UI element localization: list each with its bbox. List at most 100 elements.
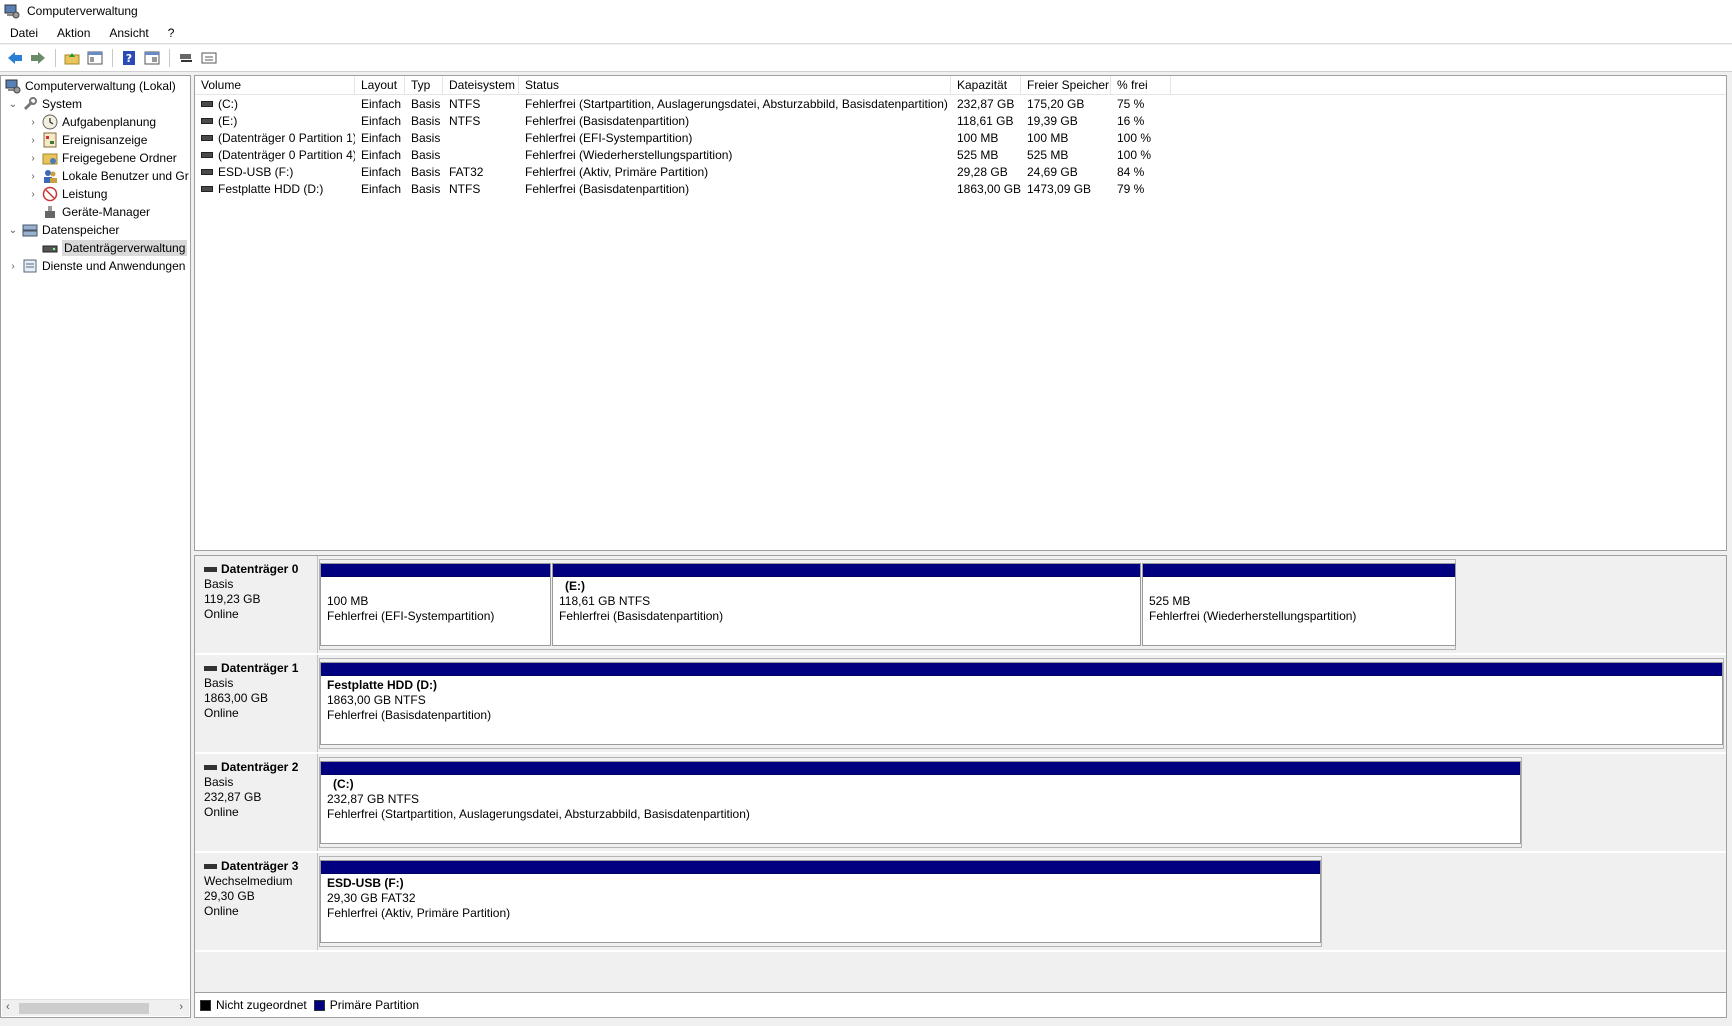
disk-info[interactable]: Datenträger 3 Wechselmedium 29,30 GB Onl… xyxy=(195,853,318,950)
chevron-right-icon[interactable]: › xyxy=(27,189,39,200)
users-icon xyxy=(42,168,58,184)
column-header-dateisystem[interactable]: Dateisystem xyxy=(443,76,519,95)
cell-freier-speicher: 525 MB xyxy=(1027,148,1069,162)
cell-dateisystem: FAT32 xyxy=(449,165,484,179)
tree-item-dienste[interactable]: › Dienste und Anwendungen xyxy=(7,257,185,275)
cell-freier-speicher: 24,69 GB xyxy=(1027,165,1078,179)
table-row[interactable]: Festplatte HDD (D:) Einfach Basis NTFS F… xyxy=(195,181,1726,198)
column-header-volume[interactable]: Volume xyxy=(195,76,355,95)
console-icon[interactable] xyxy=(198,47,220,69)
legend-label: Primäre Partition xyxy=(329,998,420,1012)
cell-volume: (Datenträger 0 Partition 4) xyxy=(195,147,355,164)
column-header-typ[interactable]: Typ xyxy=(405,76,443,95)
cell-status: Fehlerfrei (Aktiv, Primäre Partition) xyxy=(525,165,709,179)
properties-icon[interactable] xyxy=(141,47,163,69)
cell-freier-speicher: 175,20 GB xyxy=(1027,97,1085,111)
cell-layout: Einfach xyxy=(361,131,402,145)
tree-item-leistung[interactable]: › Leistung xyxy=(27,185,107,203)
partition-size: 29,30 GB FAT32 xyxy=(327,891,416,905)
tree-label: Datenträgerverwaltung xyxy=(62,240,188,256)
partition-size: 1863,00 GB NTFS xyxy=(327,693,426,707)
partition-c[interactable]: (C:) 232,87 GB NTFS Fehlerfrei (Startpar… xyxy=(320,761,1521,844)
tree-item-freigegebene-ordner[interactable]: › Freigegebene Ordner xyxy=(27,149,176,167)
chevron-right-icon[interactable]: › xyxy=(7,261,19,272)
show-hide-tree-icon[interactable] xyxy=(84,47,106,69)
cell-prozent-frei: 100 % xyxy=(1117,148,1152,162)
chevron-right-icon[interactable]: › xyxy=(27,153,39,164)
cell-status: Fehlerfrei (Basisdatenpartition) xyxy=(525,114,690,128)
menu-datei[interactable]: Datei xyxy=(10,26,38,40)
menu-aktion[interactable]: Aktion xyxy=(57,26,90,40)
scroll-right-icon[interactable]: › xyxy=(179,1001,183,1013)
cell-kapazitaet: 1863,00 GB xyxy=(957,182,1021,196)
cell-prozent-frei: 84 % xyxy=(1117,165,1145,179)
column-header-freier-speicher[interactable]: Freier Speicher xyxy=(1021,76,1111,95)
table-row[interactable]: (C:) Einfach Basis NTFS Fehlerfrei (Star… xyxy=(195,96,1726,113)
forward-icon[interactable] xyxy=(27,47,49,69)
disk-management-icon xyxy=(42,240,58,256)
disk-info[interactable]: Datenträger 0 Basis 119,23 GB Online xyxy=(195,556,318,653)
partition-status: Fehlerfrei (Basisdatenpartition) xyxy=(559,609,724,623)
disk-partition-bar: Festplatte HDD (D:) 1863,00 GB NTFS Fehl… xyxy=(319,658,1724,749)
column-header-layout[interactable]: Layout xyxy=(355,76,405,95)
cell-volume: (Datenträger 0 Partition 1) xyxy=(195,130,355,147)
partition-recovery[interactable]: 525 MB Fehlerfrei (Wiederherstellungspar… xyxy=(1142,563,1456,646)
chevron-down-icon[interactable]: ⌄ xyxy=(7,99,19,110)
cell-freier-speicher: 19,39 GB xyxy=(1027,114,1078,128)
table-row[interactable]: (Datenträger 0 Partition 1) Einfach Basi… xyxy=(195,130,1726,147)
tools-icon xyxy=(22,96,38,112)
back-icon[interactable] xyxy=(4,47,26,69)
tree-item-datentraegerverwaltung[interactable]: Datenträgerverwaltung xyxy=(42,239,188,257)
help-icon[interactable]: ? xyxy=(118,47,140,69)
disk-type: Wechselmedium xyxy=(204,874,293,888)
tree-item-aufgabenplanung[interactable]: › Aufgabenplanung xyxy=(27,113,156,131)
table-row[interactable]: (E:) Einfach Basis NTFS Fehlerfrei (Basi… xyxy=(195,113,1726,130)
partition-efi[interactable]: 100 MB Fehlerfrei (EFI-Systempartition) xyxy=(320,563,551,646)
table-row[interactable]: ESD-USB (F:) Einfach Basis FAT32 Fehlerf… xyxy=(195,164,1726,181)
tree-item-ereignisanzeige[interactable]: › Ereignisanzeige xyxy=(27,131,147,149)
tree-item-geraete-manager[interactable]: Geräte-Manager xyxy=(42,203,150,221)
up-folder-icon[interactable] xyxy=(61,47,83,69)
column-header-prozent-frei[interactable]: % frei xyxy=(1111,76,1171,95)
performance-icon xyxy=(42,186,58,202)
tree-item-computerverwaltung[interactable]: Computerverwaltung (Lokal) xyxy=(5,77,176,95)
partition-f[interactable]: ESD-USB (F:) 29,30 GB FAT32 Fehlerfrei (… xyxy=(320,860,1321,943)
computer-management-icon xyxy=(5,78,21,94)
tree-item-datenspeicher[interactable]: ⌄ Datenspeicher xyxy=(7,221,120,239)
disk-name-text: Datenträger 2 xyxy=(221,760,299,774)
partition-status: Fehlerfrei (Aktiv, Primäre Partition) xyxy=(327,906,511,920)
column-header-status[interactable]: Status xyxy=(519,76,951,95)
disk-name: Datenträger 2 xyxy=(204,760,317,775)
partition-text: (C:) 232,87 GB NTFS Fehlerfrei (Startpar… xyxy=(321,775,1520,822)
volume-list: Volume Layout Typ Dateisystem Status Kap… xyxy=(194,75,1727,551)
menu-help[interactable]: ? xyxy=(168,26,175,40)
cell-typ: Basis xyxy=(411,114,441,128)
disk-map: Datenträger 0 Basis 119,23 GB Online 100… xyxy=(194,556,1727,992)
disk-info[interactable]: Datenträger 1 Basis 1863,00 GB Online xyxy=(195,655,318,752)
chevron-right-icon[interactable]: › xyxy=(27,117,39,128)
column-header-kapazitaet[interactable]: Kapazität xyxy=(951,76,1021,95)
disk-row-1: Datenträger 1 Basis 1863,00 GB Online Fe… xyxy=(195,655,1726,754)
menu-ansicht[interactable]: Ansicht xyxy=(109,26,148,40)
toolbar: ? xyxy=(0,45,1732,72)
tree-horizontal-scrollbar[interactable]: ‹ › xyxy=(2,999,189,1016)
partition-e[interactable]: (E:) 118,61 GB NTFS Fehlerfrei (Basisdat… xyxy=(552,563,1141,646)
table-row[interactable]: (Datenträger 0 Partition 4) Einfach Basi… xyxy=(195,147,1726,164)
cell-kapazitaet: 118,61 GB xyxy=(957,114,1014,128)
tree-item-system[interactable]: ⌄ System xyxy=(7,95,82,113)
partition-size: 118,61 GB NTFS xyxy=(559,594,651,608)
disk-info[interactable]: Datenträger 2 Basis 232,87 GB Online xyxy=(195,754,318,851)
scroll-left-icon[interactable]: ‹ xyxy=(6,1001,10,1013)
tree-label: Datenspeicher xyxy=(42,223,120,237)
chevron-right-icon[interactable]: › xyxy=(27,135,39,146)
disk-row-2: Datenträger 2 Basis 232,87 GB Online (C:… xyxy=(195,754,1726,853)
partition-d[interactable]: Festplatte HDD (D:) 1863,00 GB NTFS Fehl… xyxy=(320,662,1723,745)
connect-icon[interactable] xyxy=(175,47,197,69)
partition-name: Festplatte HDD (D:) xyxy=(327,678,437,692)
chevron-down-icon[interactable]: ⌄ xyxy=(7,225,19,236)
tree-item-lokale-benutzer[interactable]: › Lokale Benutzer und Gr xyxy=(27,167,189,185)
cell-dateisystem: NTFS xyxy=(449,97,481,111)
tree-label: Ereignisanzeige xyxy=(62,133,148,147)
scrollbar-thumb[interactable] xyxy=(19,1003,149,1014)
chevron-right-icon[interactable]: › xyxy=(27,171,39,182)
